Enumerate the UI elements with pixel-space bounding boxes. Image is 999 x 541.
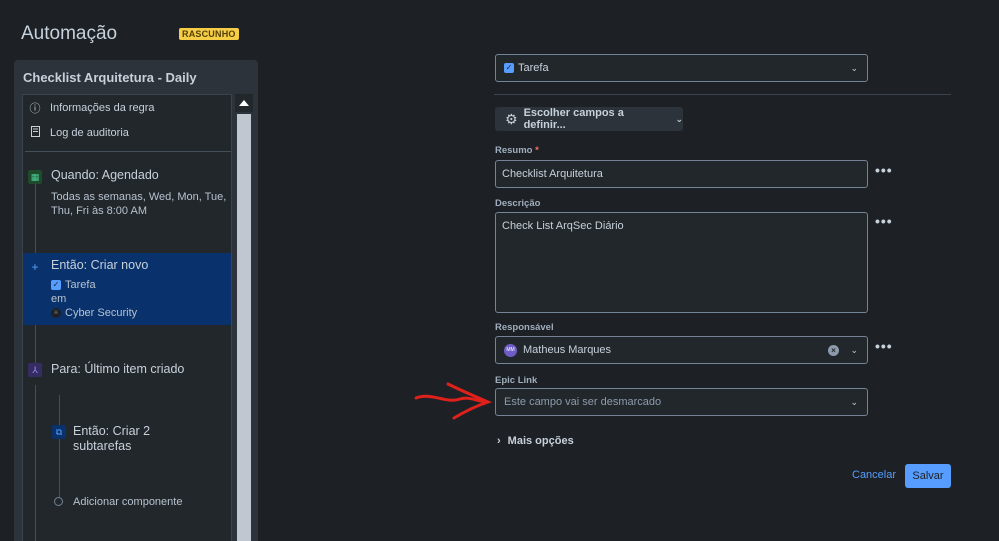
rule-panel: Checklist Arquitetura - Daily ⓘ Informaç… — [14, 60, 258, 541]
branch-icon: ⅄ — [28, 363, 42, 377]
trigger-title: Quando: Agendado — [51, 168, 159, 182]
description-field[interactable]: Check List ArqSec Diário — [495, 212, 868, 313]
sub-action-title-line2: subtarefas — [73, 439, 132, 453]
assignee-more-icon[interactable]: ••• — [875, 338, 893, 354]
timeline-line — [35, 183, 36, 253]
description-label: Descrição — [495, 198, 541, 209]
avatar: MM — [504, 343, 517, 357]
menu-item-label: Informações da regra — [50, 102, 155, 114]
info-icon: ⓘ — [29, 103, 41, 115]
assignee-value: Matheus Marques — [523, 344, 612, 356]
document-icon — [29, 126, 41, 140]
checkbox-icon: ✓ — [51, 280, 61, 291]
rule-component-list: ⓘ Informações da regra Log de auditoria … — [22, 94, 232, 541]
chevron-down-icon: ⌄ — [850, 63, 858, 73]
divider — [25, 151, 231, 152]
assignee-select[interactable]: MM Matheus Marques × ⌄ — [495, 336, 868, 364]
scroll-thumb[interactable] — [237, 114, 251, 541]
action-in-label: em — [51, 293, 67, 305]
more-options-label: Mais opções — [507, 435, 574, 447]
add-circle-icon — [54, 497, 63, 506]
issue-type-select[interactable]: ✓ Tarefa ⌄ — [495, 54, 868, 82]
checkbox-icon: ✓ — [504, 63, 514, 73]
chevron-down-icon: ⌄ — [850, 397, 858, 407]
divider — [494, 94, 951, 95]
issue-type-value: Tarefa — [518, 62, 549, 74]
subtasks-icon: ⧉ — [52, 425, 66, 439]
action-title: Então: Criar novo — [51, 258, 149, 272]
action-issue-type: ✓ Tarefa — [51, 279, 96, 291]
chevron-down-icon: ⌄ — [675, 113, 683, 124]
plus-icon: + — [31, 260, 39, 274]
choose-fields-label: Escolher campos a definir... — [523, 107, 624, 131]
summary-label: Resumo * — [495, 145, 539, 156]
project-icon: ⚔ — [51, 308, 61, 319]
scroll-up-button[interactable] — [235, 94, 253, 112]
scrollbar[interactable] — [235, 94, 253, 541]
rule-name[interactable]: Checklist Arquitetura - Daily — [23, 70, 197, 85]
gear-icon: ⚙ — [505, 110, 518, 127]
chevron-down-icon: ⌄ — [850, 345, 858, 355]
calendar-icon: ▦ — [28, 170, 42, 184]
timeline-line — [35, 385, 36, 541]
chevron-right-icon: › — [497, 435, 501, 447]
summary-field[interactable]: Checklist Arquitetura — [495, 160, 868, 188]
timeline-line — [59, 395, 60, 505]
draft-badge: RASCUNHO — [179, 28, 239, 40]
epic-link-select[interactable]: Este campo vai ser desmarcado ⌄ — [495, 388, 868, 416]
action-create-node[interactable]: + Então: Criar novo ✓ Tarefa em ⚔ Cyber Se… — [23, 253, 231, 325]
trigger-schedule-line2: Thu, Fri às 8:00 AM — [51, 205, 147, 217]
sub-action-title-line1: Então: Criar 2 — [73, 424, 151, 438]
summary-more-icon[interactable]: ••• — [875, 162, 893, 178]
arrow-up-icon — [239, 100, 249, 106]
clear-icon[interactable]: × — [828, 345, 839, 356]
save-button[interactable]: Salvar — [905, 464, 951, 488]
epic-link-placeholder: Este campo vai ser desmarcado — [504, 396, 662, 408]
cancel-button[interactable]: Cancelar — [852, 469, 896, 481]
annotation-arrow-icon — [414, 382, 492, 420]
page-title: Automação — [21, 23, 118, 44]
timeline-line — [35, 325, 36, 365]
action-project: ⚔ Cyber Security — [51, 306, 137, 321]
more-options-toggle[interactable]: › Mais opções — [497, 435, 574, 447]
menu-item-rule-info[interactable]: ⓘ Informações da regra — [29, 100, 155, 116]
assignee-label: Responsável — [495, 322, 554, 333]
epic-link-label: Epic Link — [495, 375, 538, 386]
menu-item-audit-log[interactable]: Log de auditoria — [29, 126, 129, 140]
choose-fields-button[interactable]: ⚙ Escolher campos a definir... ⌄ — [495, 107, 683, 131]
add-component-label: Adicionar componente — [73, 496, 183, 508]
branch-title: Para: Último item criado — [51, 362, 185, 376]
trigger-schedule-line1: Todas as semanas, Wed, Mon, Tue, — [51, 191, 227, 203]
menu-item-label: Log de auditoria — [50, 127, 129, 139]
description-more-icon[interactable]: ••• — [875, 213, 893, 229]
